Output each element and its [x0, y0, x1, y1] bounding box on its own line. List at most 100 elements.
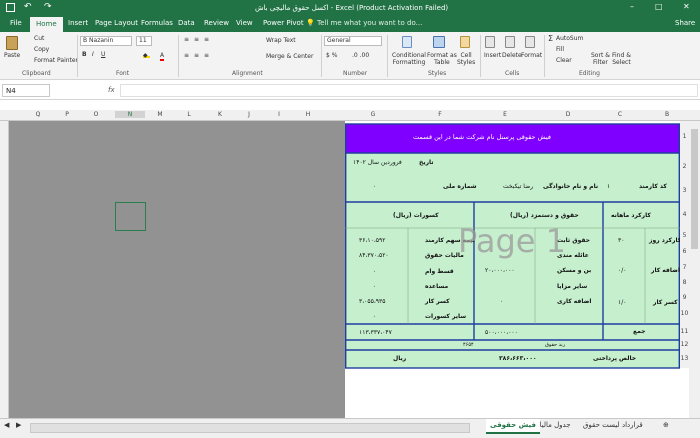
tell-me-input[interactable]: Tell me what you want to do...	[317, 19, 422, 27]
maximize-icon[interactable]: □	[655, 2, 663, 11]
scroll-right-icon[interactable]: ▶	[16, 421, 21, 429]
row-header[interactable]: 7	[680, 260, 689, 275]
column-header[interactable]: L	[174, 111, 204, 118]
align-middle-icon[interactable]: ≡	[194, 36, 199, 43]
font-size-select[interactable]: 11	[136, 36, 152, 46]
decimal-icon[interactable]: .0 .00	[352, 52, 369, 59]
tab-page-layout[interactable]: Page Layout	[95, 19, 138, 27]
column-header[interactable]: C	[605, 111, 635, 118]
column-header[interactable]: N	[115, 111, 145, 118]
save-icon[interactable]	[6, 3, 15, 12]
paste-icon[interactable]	[6, 36, 18, 50]
tab-file[interactable]: File	[10, 19, 22, 27]
column-header[interactable]: Q	[23, 111, 53, 118]
sort-filter-button[interactable]: Sort & Filter	[591, 52, 610, 66]
row-header[interactable]: 1	[680, 121, 689, 155]
paste-button[interactable]: Paste	[4, 52, 20, 59]
national-id-value: ۰	[373, 183, 377, 190]
scroll-thumb[interactable]	[691, 129, 698, 249]
row-header[interactable]: 12	[680, 340, 689, 350]
horizontal-scrollbar[interactable]	[30, 423, 470, 433]
find-select-button[interactable]: Find & Select	[612, 52, 631, 66]
column-header[interactable]: G	[358, 111, 388, 118]
sheet-tab-payroll-list[interactable]: لیست حقوق	[583, 421, 620, 429]
delete-button[interactable]: Delete	[502, 52, 522, 59]
tab-data[interactable]: Data	[178, 19, 195, 27]
row-header[interactable]: 5	[680, 228, 689, 244]
row-header[interactable]: 2	[680, 155, 689, 179]
row-header[interactable]: 11	[680, 324, 689, 340]
autosum-button[interactable]: AutoSum	[556, 35, 583, 42]
add-sheet-icon[interactable]: ⊕	[663, 421, 669, 429]
column-header[interactable]: D	[553, 111, 583, 118]
row-header[interactable]: 13	[680, 350, 689, 368]
conditional-formatting-button[interactable]: Conditional Formatting	[392, 52, 426, 66]
tab-review[interactable]: Review	[204, 19, 229, 27]
column-header[interactable]: K	[205, 111, 235, 118]
clear-button[interactable]: Clear	[556, 57, 572, 64]
fill-color-icon[interactable]: ◆	[143, 52, 150, 59]
cell-styles-icon[interactable]	[460, 36, 470, 48]
italic-icon[interactable]: I	[92, 51, 94, 58]
align-center-icon[interactable]: ≡	[194, 52, 199, 59]
align-top-icon[interactable]: ≡	[184, 36, 189, 43]
column-header[interactable]: E	[490, 111, 520, 118]
tab-insert[interactable]: Insert	[68, 19, 88, 27]
font-name-select[interactable]: B Nazanin	[80, 36, 132, 46]
font-color-icon[interactable]: A	[160, 52, 165, 61]
delete-cells-icon[interactable]	[505, 36, 515, 48]
name-box[interactable]: N4	[2, 84, 50, 97]
redo-icon[interactable]: ↷	[44, 2, 52, 12]
row-header[interactable]: 4	[680, 203, 689, 228]
cell-styles-button[interactable]: Cell Styles	[457, 52, 475, 66]
row-header[interactable]: 3	[680, 179, 689, 203]
insert-button[interactable]: Insert	[484, 52, 501, 59]
format-button[interactable]: Format	[521, 52, 542, 59]
currency-icon[interactable]: $ %	[326, 52, 337, 59]
close-icon[interactable]: ✕	[683, 2, 690, 11]
formula-input[interactable]	[120, 84, 698, 97]
format-painter-button[interactable]: Format Painter	[34, 57, 78, 64]
row-header[interactable]: 9	[680, 290, 689, 305]
tab-formulas[interactable]: Formulas	[141, 19, 173, 27]
column-header[interactable]: B	[652, 111, 682, 118]
selected-cell[interactable]	[115, 202, 146, 231]
column-header[interactable]: M	[145, 111, 175, 118]
sheet-tab-payslip[interactable]: فیش حقوقی	[486, 419, 540, 434]
column-header[interactable]: F	[425, 111, 455, 118]
wrap-text-button[interactable]: Wrap Text	[266, 37, 296, 44]
copy-button[interactable]: Copy	[34, 46, 49, 53]
fill-button[interactable]: Fill	[556, 46, 564, 53]
sheet-tab-contract[interactable]: قرارداد	[622, 421, 643, 429]
bold-icon[interactable]: B	[82, 51, 87, 58]
cut-button[interactable]: Cut	[34, 35, 44, 42]
underline-icon[interactable]: U	[101, 51, 105, 58]
insert-cells-icon[interactable]	[485, 36, 495, 48]
column-header[interactable]: O	[81, 111, 111, 118]
format-as-table-button[interactable]: Format as Table	[427, 52, 457, 66]
fx-icon[interactable]: fx	[108, 86, 115, 94]
tab-view[interactable]: View	[236, 19, 253, 27]
column-header[interactable]: H	[293, 111, 323, 118]
column-header[interactable]: P	[52, 111, 82, 118]
column-header[interactable]: J	[234, 111, 264, 118]
row-header[interactable]: 10	[680, 305, 689, 324]
number-format-select[interactable]: General	[324, 36, 382, 46]
vertical-scrollbar[interactable]	[689, 121, 700, 418]
format-table-icon[interactable]	[433, 36, 445, 48]
merge-center-button[interactable]: Merge & Center	[266, 53, 313, 60]
tab-home[interactable]: Home	[30, 17, 63, 32]
row-header[interactable]: 8	[680, 275, 689, 290]
column-header[interactable]: I	[264, 111, 294, 118]
align-right-icon[interactable]: ≡	[204, 52, 209, 59]
tab-power-pivot[interactable]: Power Pivot	[263, 19, 304, 27]
scroll-left-icon[interactable]: ◀	[4, 421, 9, 429]
align-left-icon[interactable]: ≡	[184, 52, 189, 59]
row-header[interactable]: 6	[680, 244, 689, 260]
share-button[interactable]: Share	[675, 19, 695, 27]
conditional-formatting-icon[interactable]	[402, 36, 412, 48]
undo-icon[interactable]: ↶	[24, 2, 32, 12]
align-bottom-icon[interactable]: ≡	[204, 36, 209, 43]
format-cells-icon[interactable]	[525, 36, 535, 48]
minimize-icon[interactable]: –	[630, 2, 634, 11]
